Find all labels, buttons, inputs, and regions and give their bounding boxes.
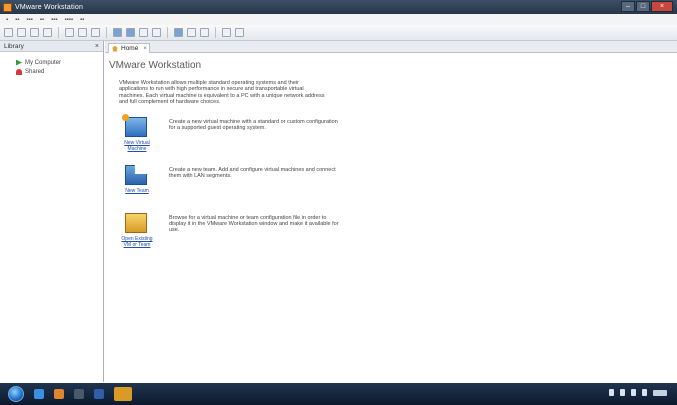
menu-item-5-icon[interactable]: ▪▪▪: [51, 17, 57, 23]
new-vm-action: New Virtual Machine Create a new virtual…: [119, 114, 349, 157]
media-taskbar-icon[interactable]: [94, 389, 104, 399]
start-button[interactable]: [8, 386, 24, 402]
new-vm-description: Create a new virtual machine with a stan…: [169, 119, 338, 132]
menu-item-4-icon[interactable]: ▪▪: [40, 17, 44, 23]
toolbar-fullscreen-icon[interactable]: [126, 28, 135, 37]
heart-icon: [16, 68, 22, 75]
maximize-button[interactable]: □: [636, 1, 650, 12]
menu-item-3-icon[interactable]: ▪▪▪: [26, 17, 32, 23]
volume-icon[interactable]: [642, 389, 647, 396]
system-tray: [609, 389, 667, 396]
sidebar-header: Library ×: [0, 41, 103, 52]
menu-item-7-icon[interactable]: ▪▪: [80, 17, 84, 23]
menu-item-1-icon[interactable]: ▪: [6, 17, 8, 23]
menu-bar: ▪ ▪▪ ▪▪▪ ▪▪ ▪▪▪ ▪▪▪▪ ▪▪: [0, 14, 677, 25]
toolbar-manage-snapshots-icon[interactable]: [91, 28, 100, 37]
tab-bar: Home ×: [105, 41, 677, 53]
new-vm-link[interactable]: New Virtual Machine: [119, 140, 155, 152]
new-team-icon[interactable]: [125, 165, 147, 185]
library-sidebar: Library × My Computer Shared: [0, 41, 104, 382]
open-existing-link[interactable]: Open Existing VM or Team: [119, 236, 155, 248]
open-folder-icon[interactable]: [125, 213, 147, 233]
toolbar-suspend-icon[interactable]: [17, 28, 26, 37]
toolbar: [0, 25, 677, 41]
explorer-taskbar-icon[interactable]: [74, 389, 84, 399]
home-icon: [112, 45, 118, 52]
toolbar-library-icon[interactable]: [200, 28, 209, 37]
toolbar-power-icon[interactable]: [4, 28, 13, 37]
tray-icon[interactable]: [620, 389, 625, 396]
sidebar-close-icon[interactable]: ×: [95, 43, 99, 50]
toolbar-separator: [58, 27, 59, 38]
vm-icon: [16, 59, 22, 66]
sidebar-item-my-computer[interactable]: My Computer: [0, 58, 103, 67]
toolbar-unity-icon[interactable]: [152, 28, 161, 37]
tab-label: Home: [121, 45, 139, 52]
new-team-description: Create a new team. Add and configure vir…: [169, 167, 336, 180]
toolbar-play-icon[interactable]: [30, 28, 39, 37]
vmware-taskbar-icon[interactable]: [114, 387, 132, 401]
new-team-link[interactable]: New Team: [119, 188, 155, 195]
window-titlebar: VMware Workstation – □ ×: [0, 0, 677, 14]
toolbar-reset-icon[interactable]: [43, 28, 52, 37]
windows-taskbar: [0, 383, 677, 405]
toolbar-replay-icon[interactable]: [235, 28, 244, 37]
toolbar-view-console-icon[interactable]: [113, 28, 122, 37]
window-title: VMware Workstation: [15, 3, 84, 11]
open-existing-action: Open Existing VM or Team Browse for a vi…: [119, 213, 349, 253]
page-title: VMware Workstation: [109, 60, 202, 71]
tab-close-icon[interactable]: ×: [143, 46, 147, 52]
clock-icon[interactable]: [653, 389, 667, 396]
menu-item-6-icon[interactable]: ▪▪▪▪: [64, 17, 73, 23]
toolbar-appliance-icon[interactable]: [187, 28, 196, 37]
tray-icon[interactable]: [609, 389, 614, 396]
sidebar-title: Library: [4, 42, 24, 50]
firefox-taskbar-icon[interactable]: [54, 389, 64, 399]
close-window-button[interactable]: ×: [651, 1, 673, 12]
intro-text: VMware Workstation allows multiple stand…: [119, 80, 325, 105]
minimize-button[interactable]: –: [621, 1, 635, 12]
new-team-action: New Team Create a new team. Add and conf…: [119, 165, 349, 205]
vmware-app-icon: [3, 2, 12, 12]
ie-taskbar-icon[interactable]: [34, 389, 44, 399]
sidebar-item-label: Shared: [25, 68, 45, 75]
toolbar-snapshot-icon[interactable]: [65, 28, 74, 37]
toolbar-separator: [106, 27, 107, 38]
home-page: VMware Workstation VMware Workstation al…: [105, 53, 677, 382]
open-existing-description: Browse for a virtual machine or team con…: [169, 215, 339, 234]
sidebar-item-label: My Computer: [25, 59, 62, 66]
toolbar-summary-icon[interactable]: [174, 28, 183, 37]
toolbar-separator: [215, 27, 216, 38]
tab-home[interactable]: Home ×: [108, 43, 150, 53]
sidebar-item-shared[interactable]: Shared: [0, 67, 103, 76]
window-controls: – □ ×: [621, 1, 673, 12]
network-icon[interactable]: [631, 389, 636, 396]
toolbar-record-icon[interactable]: [222, 28, 231, 37]
toolbar-separator: [167, 27, 168, 38]
new-vm-icon[interactable]: [122, 114, 147, 137]
toolbar-revert-icon[interactable]: [78, 28, 87, 37]
menu-item-2-icon[interactable]: ▪▪: [15, 17, 19, 23]
toolbar-quick-switch-icon[interactable]: [139, 28, 148, 37]
